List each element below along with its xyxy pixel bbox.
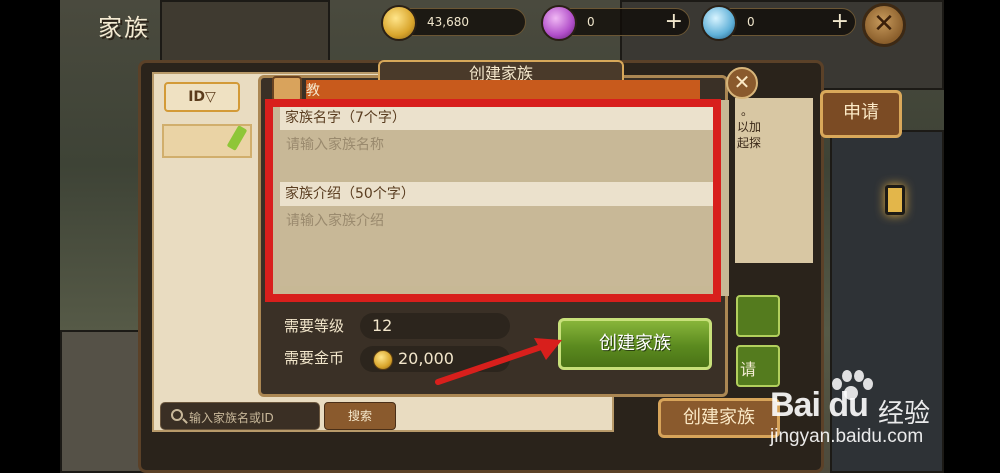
create-family-button-background[interactable]: 创建家族	[658, 398, 780, 438]
lantern-icon	[885, 185, 905, 215]
required-level-label: 需要等级	[284, 317, 345, 335]
info-text: 。	[741, 104, 754, 118]
page-title: 家族	[98, 14, 150, 42]
sort-by-id-button[interactable]: ID▽	[164, 82, 240, 112]
create-family-button[interactable]: 创建家族	[558, 318, 712, 370]
family-info-panel: 。 以加 起探	[735, 98, 813, 263]
side-action-label: 请	[740, 360, 757, 379]
diamond-currency-display: 0 +	[701, 5, 856, 41]
background-wall	[60, 330, 150, 473]
info-text: 以加	[737, 120, 762, 134]
search-placeholder: 输入家族名或ID	[189, 411, 274, 425]
diamond-icon	[701, 5, 737, 41]
gem-icon	[541, 5, 577, 41]
annotation-arrow-icon	[435, 338, 562, 385]
dialog-strip-text: 教	[306, 83, 320, 99]
watermark-url: jingyan.baidu.com	[770, 426, 924, 447]
coin-icon	[373, 350, 393, 370]
add-diamond-button[interactable]: +	[831, 9, 849, 35]
close-page-button[interactable]: ✕	[862, 3, 906, 47]
gold-amount: 43,680	[427, 15, 469, 29]
coin-icon	[381, 5, 417, 41]
side-action-button[interactable]	[736, 295, 780, 337]
gold-currency-display: 43,680	[381, 5, 526, 41]
gem-currency-display: 0 +	[541, 5, 690, 41]
add-gem-button[interactable]: +	[665, 9, 683, 35]
search-input[interactable]: 输入家族名或ID	[160, 402, 320, 430]
close-icon[interactable]: ✕	[726, 67, 758, 99]
search-button[interactable]: 搜索	[324, 402, 396, 430]
watermark-logo-text: 经验	[878, 399, 931, 429]
apply-button[interactable]: 申请	[820, 90, 902, 138]
info-text: 起探	[737, 136, 762, 150]
annotation-highlight-box	[265, 99, 721, 302]
gem-amount: 0	[587, 15, 595, 29]
diamond-amount: 0	[747, 15, 755, 29]
dialog-header-strip	[306, 80, 700, 100]
watermark-logo: Bai du	[770, 386, 869, 424]
search-icon	[171, 409, 183, 421]
required-gold-label: 需要金币	[284, 349, 345, 367]
